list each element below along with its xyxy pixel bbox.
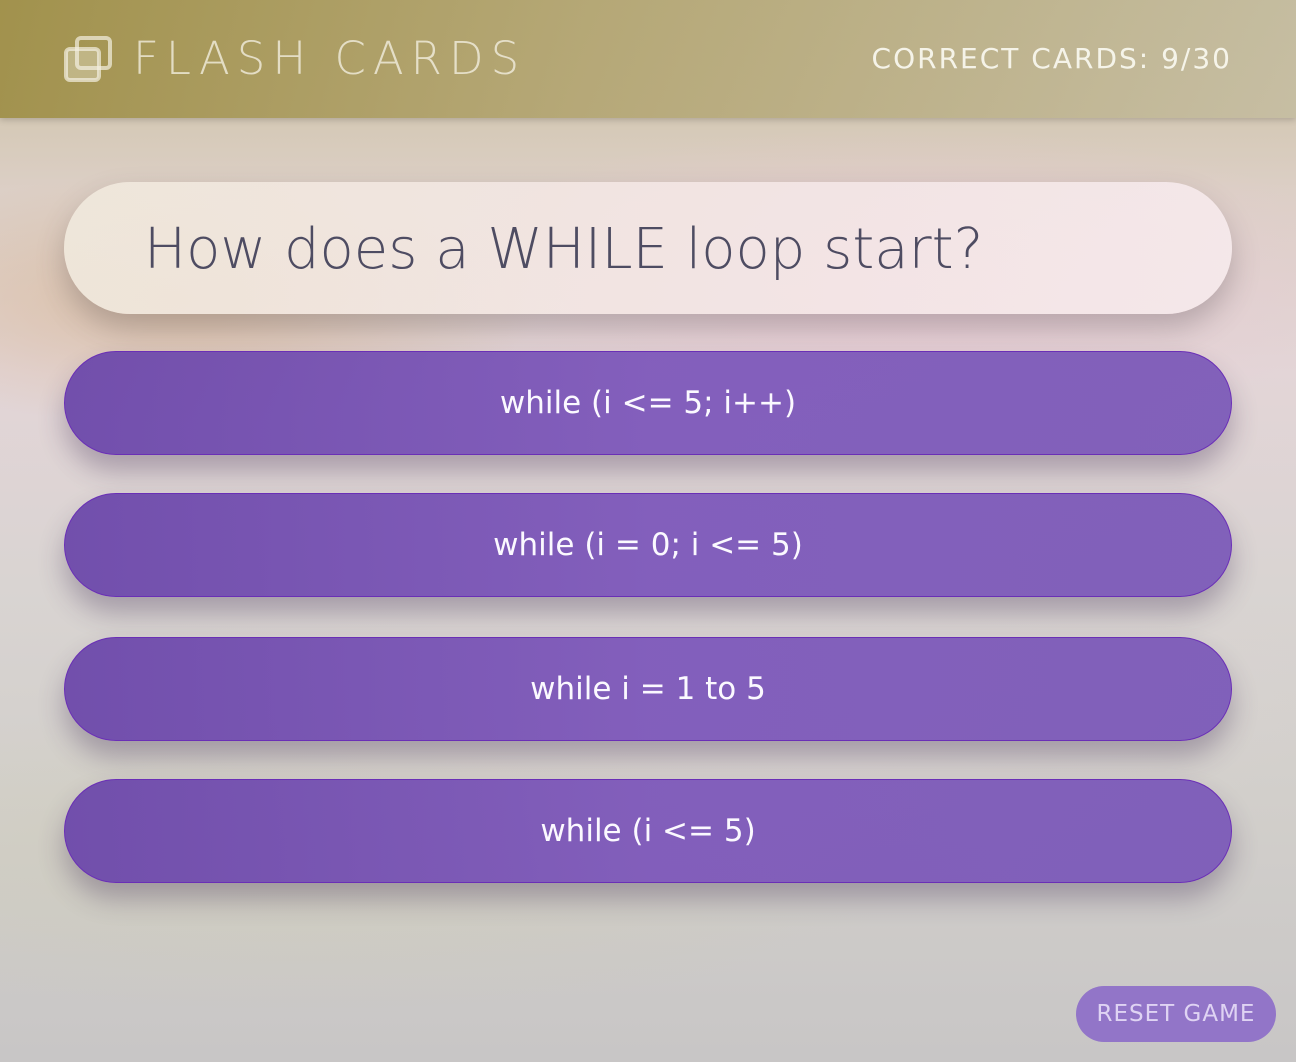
answer-option-label: while (i <= 5; i++) — [499, 385, 797, 421]
app-header: FLASH CARDS CORRECT CARDS: 9/30 — [0, 0, 1296, 118]
answer-option-label: while i = 1 to 5 — [530, 671, 766, 707]
correct-cards-counter: CORRECT CARDS: 9/30 — [871, 42, 1232, 75]
answer-option-label: while (i <= 5) — [540, 813, 756, 849]
question-text: How does a WHILE loop start? — [144, 217, 984, 282]
reset-game-label: RESET GAME — [1096, 1001, 1256, 1027]
reset-game-button[interactable]: RESET GAME — [1076, 986, 1276, 1042]
answer-option-1[interactable]: while (i <= 5; i++) — [64, 351, 1232, 455]
app-title: FLASH CARDS — [133, 32, 527, 85]
answer-option-4[interactable]: while (i <= 5) — [64, 779, 1232, 883]
answer-option-3[interactable]: while i = 1 to 5 — [64, 637, 1232, 741]
question-card: How does a WHILE loop start? — [64, 182, 1232, 314]
stacked-cards-icon — [64, 36, 112, 82]
answer-option-label: while (i = 0; i <= 5) — [493, 527, 803, 563]
answer-option-2[interactable]: while (i = 0; i <= 5) — [64, 493, 1232, 597]
